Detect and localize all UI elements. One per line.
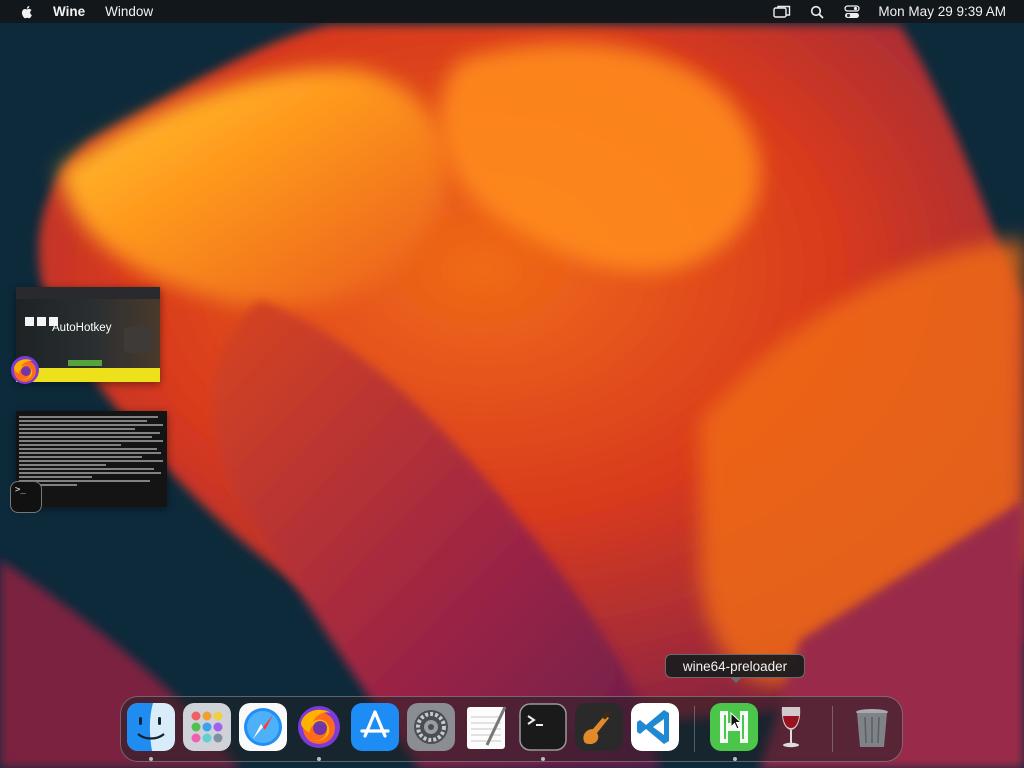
download-button-thumb — [68, 360, 102, 366]
firefox-icon[interactable] — [295, 703, 343, 751]
coffee-cup-image — [124, 327, 152, 353]
menu-app-name[interactable]: Wine — [53, 4, 85, 19]
page-heading: AutoHotkey — [52, 322, 112, 334]
screen-mirroring-icon[interactable] — [773, 4, 791, 20]
desktop-wallpaper — [0, 0, 1024, 768]
wine-glass-icon[interactable] — [767, 703, 815, 751]
running-indicator-terminal — [541, 757, 545, 761]
search-icon[interactable] — [808, 4, 826, 20]
dock-tooltip: wine64-preloader — [665, 654, 805, 678]
dock-separator-2 — [832, 706, 833, 752]
firefox-tab-bar — [16, 287, 160, 299]
dock-separator — [694, 706, 695, 752]
mouse-pointer-icon — [730, 712, 742, 730]
menu-bar-status-area: Mon May 29 9:39 AM — [756, 0, 1006, 23]
menu-window[interactable]: Window — [105, 4, 153, 19]
textedit-icon[interactable] — [463, 703, 511, 751]
finder-icon[interactable] — [127, 703, 175, 751]
menu-bar: Wine Window Mon May 29 9:39 AM — [0, 0, 1024, 23]
control-center-icon[interactable] — [843, 4, 861, 20]
app-store-icon[interactable] — [351, 703, 399, 751]
terminal-icon: >_ — [10, 481, 42, 513]
terminal-icon[interactable] — [519, 703, 567, 751]
garageband-icon[interactable] — [575, 703, 623, 751]
firefox-icon — [11, 356, 39, 384]
launchpad-icon[interactable] — [183, 703, 231, 751]
menu-bar-clock[interactable]: Mon May 29 9:39 AM — [878, 4, 1006, 19]
tooltip-pointer — [730, 677, 742, 683]
running-indicator-wine-preloader — [733, 757, 737, 761]
system-preferences-icon[interactable] — [407, 703, 455, 751]
vscode-icon[interactable] — [631, 703, 679, 751]
running-indicator-firefox — [317, 757, 321, 761]
terminal-output — [19, 415, 164, 488]
running-indicator-finder — [149, 757, 153, 761]
apple-logo-icon[interactable] — [19, 4, 35, 20]
safari-icon[interactable] — [239, 703, 287, 751]
trash-icon[interactable] — [848, 703, 896, 751]
